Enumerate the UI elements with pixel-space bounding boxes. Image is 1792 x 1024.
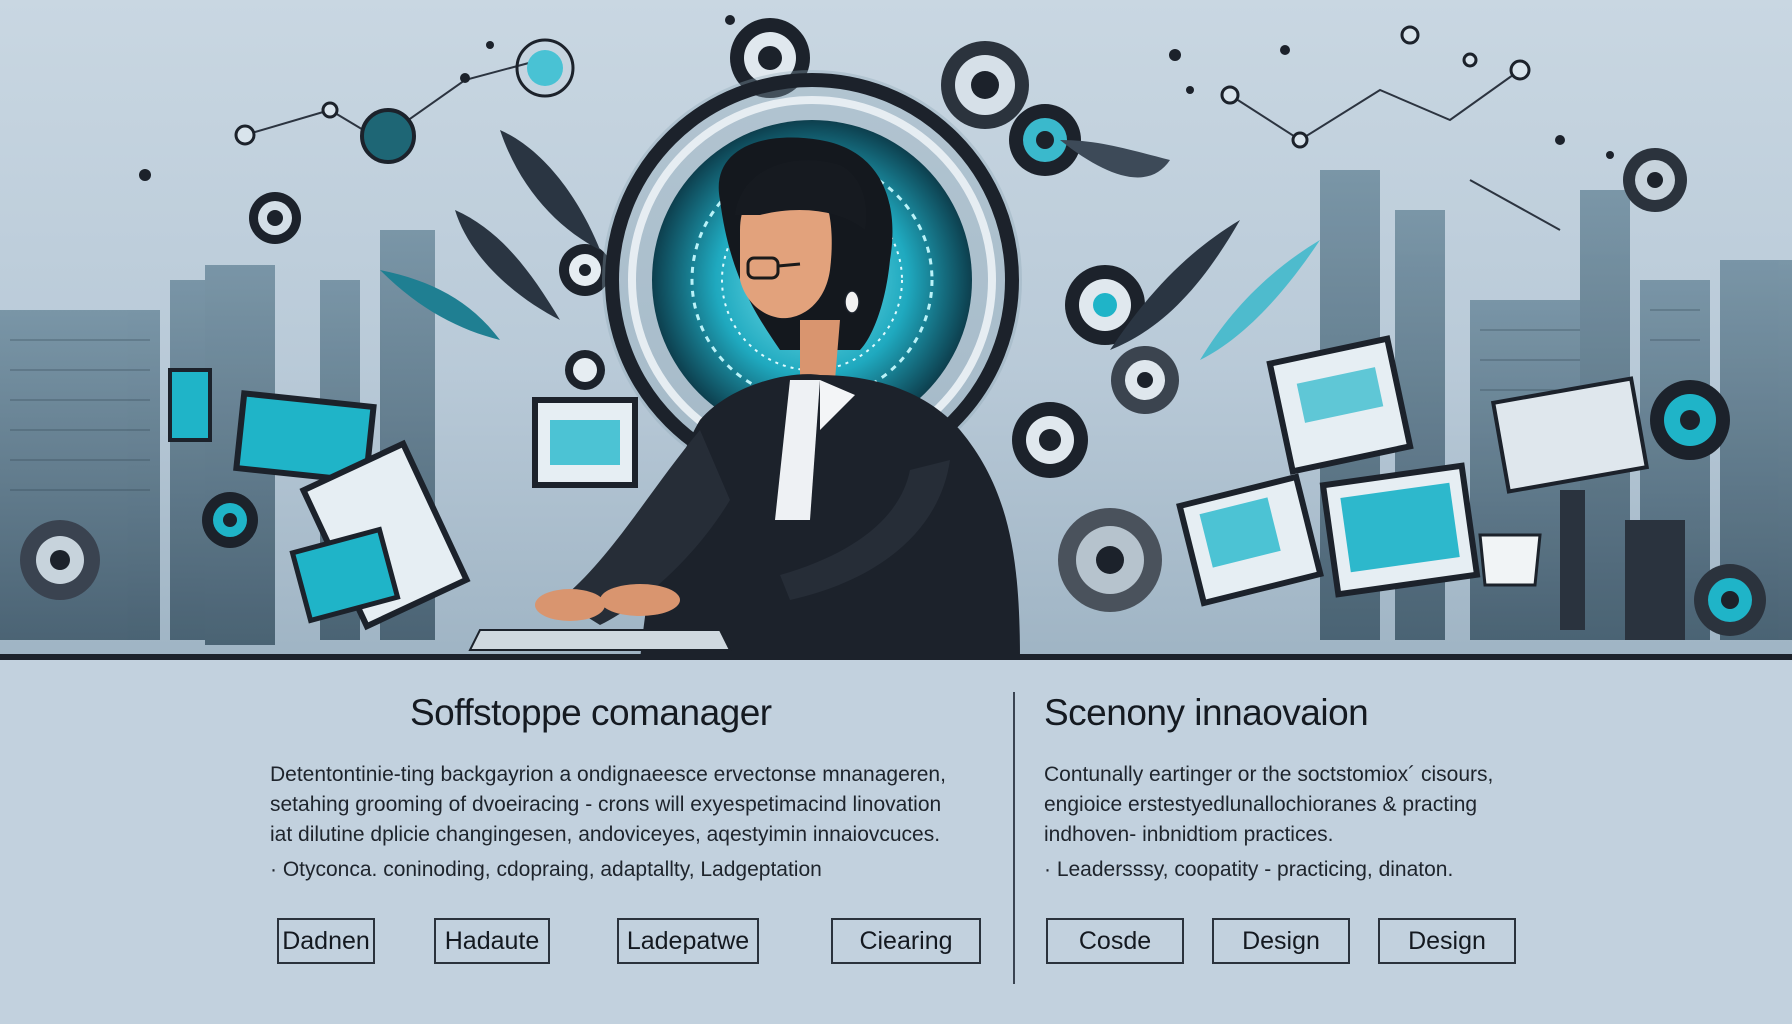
button-ciearing[interactable]: Ciearing bbox=[831, 918, 981, 964]
desc-line: indhoven- inbnidtiom practices. bbox=[1044, 823, 1334, 846]
desc-line: setahing grooming of dvoeiracing - crons… bbox=[270, 793, 942, 816]
right-description: Contunally eartinger or the soctstomiox´… bbox=[1044, 760, 1493, 850]
button-hadaute[interactable]: Hadaute bbox=[434, 918, 550, 964]
button-design-1[interactable]: Design bbox=[1212, 918, 1350, 964]
desc-line: Detentontinie-ting backgayrion a ondigna… bbox=[270, 763, 946, 786]
content-panel: Soffstoppe comanager Detentontinie-ting … bbox=[0, 660, 1792, 1024]
right-column: Scenony innaovaion Contunally eartinger … bbox=[1044, 660, 1544, 1024]
left-title: Soffstoppe comanager bbox=[410, 692, 772, 733]
gear-icon bbox=[1694, 564, 1766, 636]
illustration-canvas bbox=[0, 15, 1792, 660]
gear-icon bbox=[941, 41, 1029, 129]
button-ladepatwe[interactable]: Ladepatwe bbox=[617, 918, 759, 964]
left-bullets: · Otyconca. coninoding, cdopraing, adapt… bbox=[270, 858, 822, 881]
right-bullets: · Leadersssy, coopatity - practicing, di… bbox=[1044, 858, 1454, 881]
left-column: Soffstoppe comanager Detentontinie-ting … bbox=[270, 660, 990, 1024]
globe-icon bbox=[360, 38, 575, 164]
column-divider bbox=[1013, 692, 1015, 984]
gear-icon bbox=[1058, 508, 1162, 612]
desc-line: iat dilutine dplicie changingesen, andov… bbox=[270, 823, 941, 846]
right-title: Scenony innaovaion bbox=[1044, 692, 1369, 733]
desc-line: engioice erstestyedlunallochioranes & pr… bbox=[1044, 793, 1478, 816]
laptop-device bbox=[468, 629, 732, 651]
button-design-2[interactable]: Design bbox=[1378, 918, 1516, 964]
hero-illustration bbox=[0, 0, 1792, 660]
gear-icon bbox=[1012, 402, 1088, 478]
left-description: Detentontinie-ting backgayrion a ondigna… bbox=[270, 760, 946, 850]
gear-icon bbox=[1111, 346, 1179, 414]
gear-icon bbox=[20, 520, 100, 600]
desc-line: Contunally eartinger or the soctstomiox´… bbox=[1044, 763, 1494, 786]
gear-icon bbox=[1650, 380, 1730, 460]
button-dadnen[interactable]: Dadnen bbox=[277, 918, 375, 964]
gear-icon bbox=[565, 350, 605, 390]
gear-icon bbox=[1623, 148, 1687, 212]
gear-icon bbox=[249, 192, 301, 244]
button-cosde[interactable]: Cosde bbox=[1046, 918, 1184, 964]
gear-icon bbox=[202, 492, 258, 548]
gear-icon bbox=[1009, 104, 1081, 176]
